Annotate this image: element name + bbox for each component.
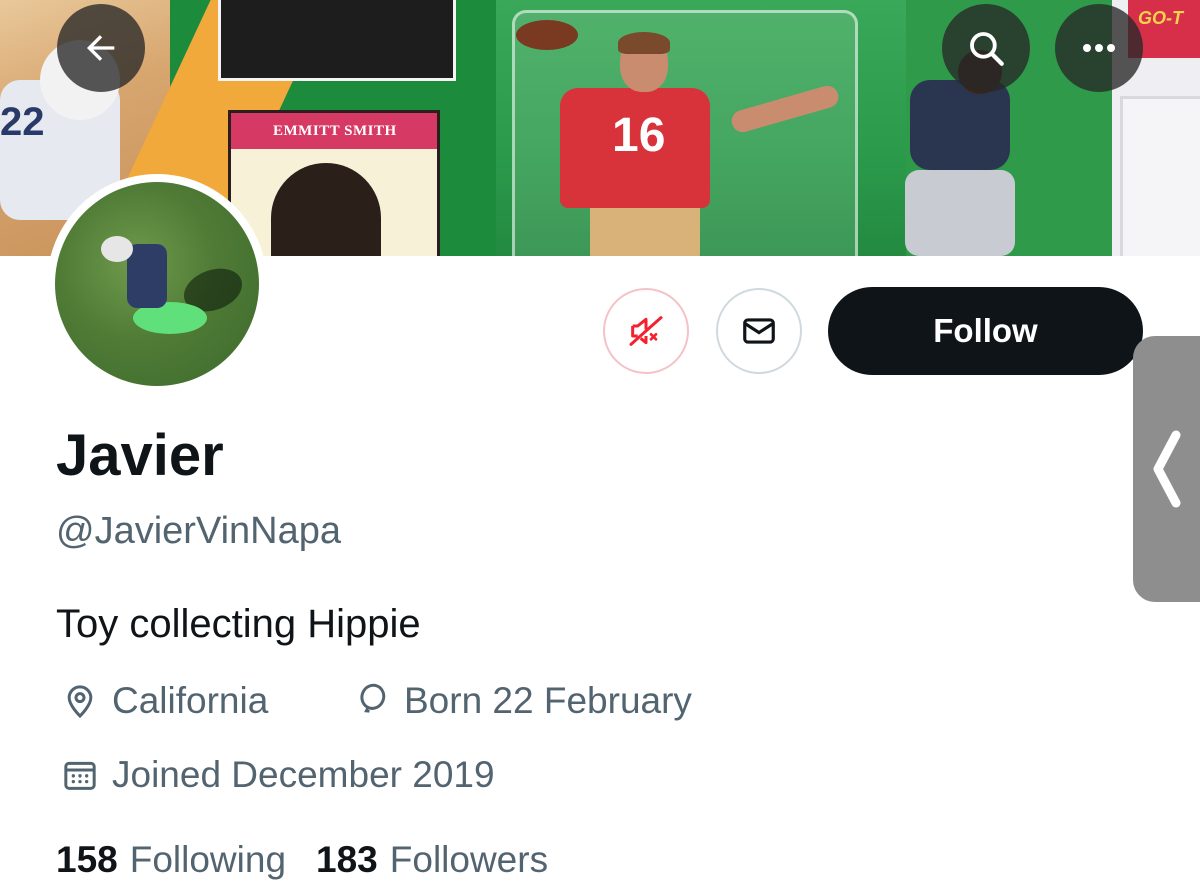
back-button[interactable] bbox=[57, 4, 145, 92]
display-name: Javier bbox=[56, 423, 224, 488]
following-link[interactable]: 158 Following bbox=[56, 836, 286, 884]
following-label: Following bbox=[129, 839, 287, 880]
banner-trading-card: EMMITT SMITH bbox=[228, 110, 440, 256]
banner-figure-hair bbox=[618, 32, 670, 54]
banner-figure-number: 22 bbox=[0, 100, 45, 144]
birthday-text: Born 22 February bbox=[404, 680, 692, 721]
search-icon bbox=[970, 32, 1004, 66]
user-handle: @JavierVinNapa bbox=[56, 510, 342, 552]
avatar[interactable] bbox=[47, 174, 267, 394]
banner-football bbox=[516, 20, 578, 50]
followers-label: Followers bbox=[389, 839, 549, 880]
card-player-photo bbox=[271, 163, 381, 256]
location-pin-icon bbox=[67, 685, 93, 719]
brand-logo-text: GO-T bbox=[1138, 8, 1183, 28]
search-button[interactable] bbox=[942, 4, 1030, 92]
side-panel-handle[interactable] bbox=[1133, 336, 1200, 602]
chevron-left-icon bbox=[1153, 430, 1180, 508]
more-horizontal-icon bbox=[1083, 44, 1115, 52]
banner-figure-jersey: 16 bbox=[560, 88, 710, 208]
followers-count: 183 bbox=[316, 839, 378, 880]
mail-icon bbox=[743, 318, 775, 344]
arrow-left-icon bbox=[87, 35, 115, 61]
follow-button[interactable]: Follow bbox=[828, 287, 1143, 375]
followers-link[interactable]: 183 Followers bbox=[316, 836, 548, 884]
location-text: California bbox=[112, 680, 269, 721]
profile-bio: Toy collecting Hippie bbox=[56, 602, 421, 646]
avatar-figure bbox=[127, 244, 167, 308]
follow-stats: 158 Following 183 Followers bbox=[56, 836, 578, 884]
card-player-name: EMMITT SMITH bbox=[273, 123, 397, 139]
banner-card-far-right bbox=[1120, 96, 1200, 256]
avatar-figure-helmet bbox=[101, 236, 133, 262]
message-button[interactable] bbox=[716, 288, 802, 374]
banner-trading-card-top bbox=[218, 0, 456, 81]
jersey-number: 16 bbox=[612, 109, 666, 162]
avatar-photo bbox=[55, 182, 259, 386]
profile-joined-date: Joined December 2019 bbox=[60, 751, 495, 799]
profile-birthday: Born 22 February bbox=[352, 677, 692, 725]
profile-location: California bbox=[60, 677, 268, 725]
banner-figure-right-legs bbox=[905, 170, 1015, 256]
unmute-button[interactable] bbox=[603, 288, 689, 374]
more-options-button[interactable] bbox=[1055, 4, 1143, 92]
balloon-icon bbox=[360, 683, 386, 713]
calendar-icon bbox=[64, 761, 96, 790]
banner-figure-pants bbox=[590, 200, 700, 256]
joined-text: Joined December 2019 bbox=[112, 754, 495, 795]
banner-figure-right-body bbox=[910, 80, 1010, 170]
muted-notification-icon bbox=[629, 316, 663, 346]
following-count: 158 bbox=[56, 839, 118, 880]
